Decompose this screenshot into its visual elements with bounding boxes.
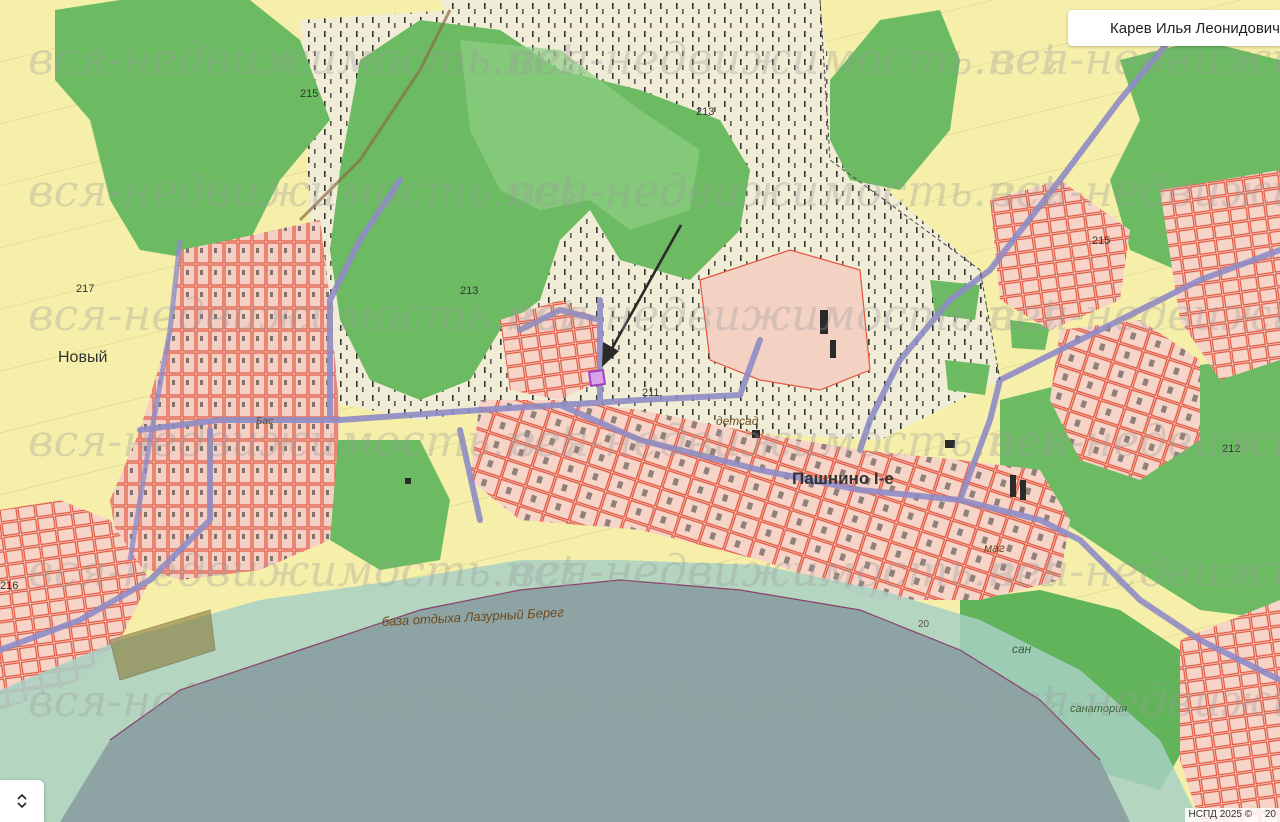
label-novy: Новый — [58, 349, 107, 366]
watermark: вся-недвижимость.net — [28, 290, 577, 341]
watermark: вся-недвижимость.net — [990, 166, 1280, 217]
watermark: вся-недвижимость.net — [990, 546, 1280, 597]
label-pashnino: Пашнино I-е — [792, 469, 894, 488]
number-213-top: 213 — [696, 106, 714, 118]
label-san: сан — [1012, 642, 1032, 656]
watermark: вся-недвижимость.net — [510, 676, 1059, 727]
number-215-top: 215 — [300, 88, 318, 100]
layer-toggle-button[interactable] — [0, 780, 44, 822]
watermark: вся-недвижимость.net — [28, 34, 577, 85]
user-account-badge[interactable]: Карев Илья Леонидович — [1068, 10, 1280, 46]
chevron-up-down-icon — [17, 793, 27, 809]
cadastral-map[interactable]: Новый Пашнино I-е база отдыха Лазурный Б… — [0, 0, 1280, 822]
watermark: вся-недвижимость.net — [990, 290, 1280, 341]
watermark: вся-недвижимость.net — [990, 416, 1280, 467]
watermark: вся-недвижимость.net — [28, 166, 577, 217]
watermark: вся-недвижимость.net — [28, 546, 577, 597]
watermark: вся-недвижимость.net — [28, 676, 577, 727]
selected-parcel-marker[interactable] — [587, 368, 607, 388]
watermark: вся-недвижимость.net — [510, 416, 1059, 467]
attribution-tail: 20 — [1264, 809, 1276, 820]
number-211: 211 — [642, 387, 660, 399]
watermark: вся-недвижимость.net — [510, 290, 1059, 341]
number-216: 216 — [0, 580, 18, 592]
number-215-right: 215 — [1092, 235, 1110, 247]
attribution-text: НСПД 2025 © — [1188, 809, 1253, 820]
watermark: вся-недвижимость.net — [510, 166, 1059, 217]
watermark: вся-недвижимость.net — [510, 546, 1059, 597]
watermark: вся-недвижимость.net — [990, 676, 1280, 727]
map-attribution: НСПД 2025 © 20 — [1184, 808, 1280, 822]
watermark: вся-недвижимость.net — [28, 416, 577, 467]
number-20x: 20 — [918, 619, 930, 630]
user-name: Карев Илья Леонидович — [1110, 19, 1280, 37]
watermark: вся-недвижимость.net — [510, 34, 1059, 85]
